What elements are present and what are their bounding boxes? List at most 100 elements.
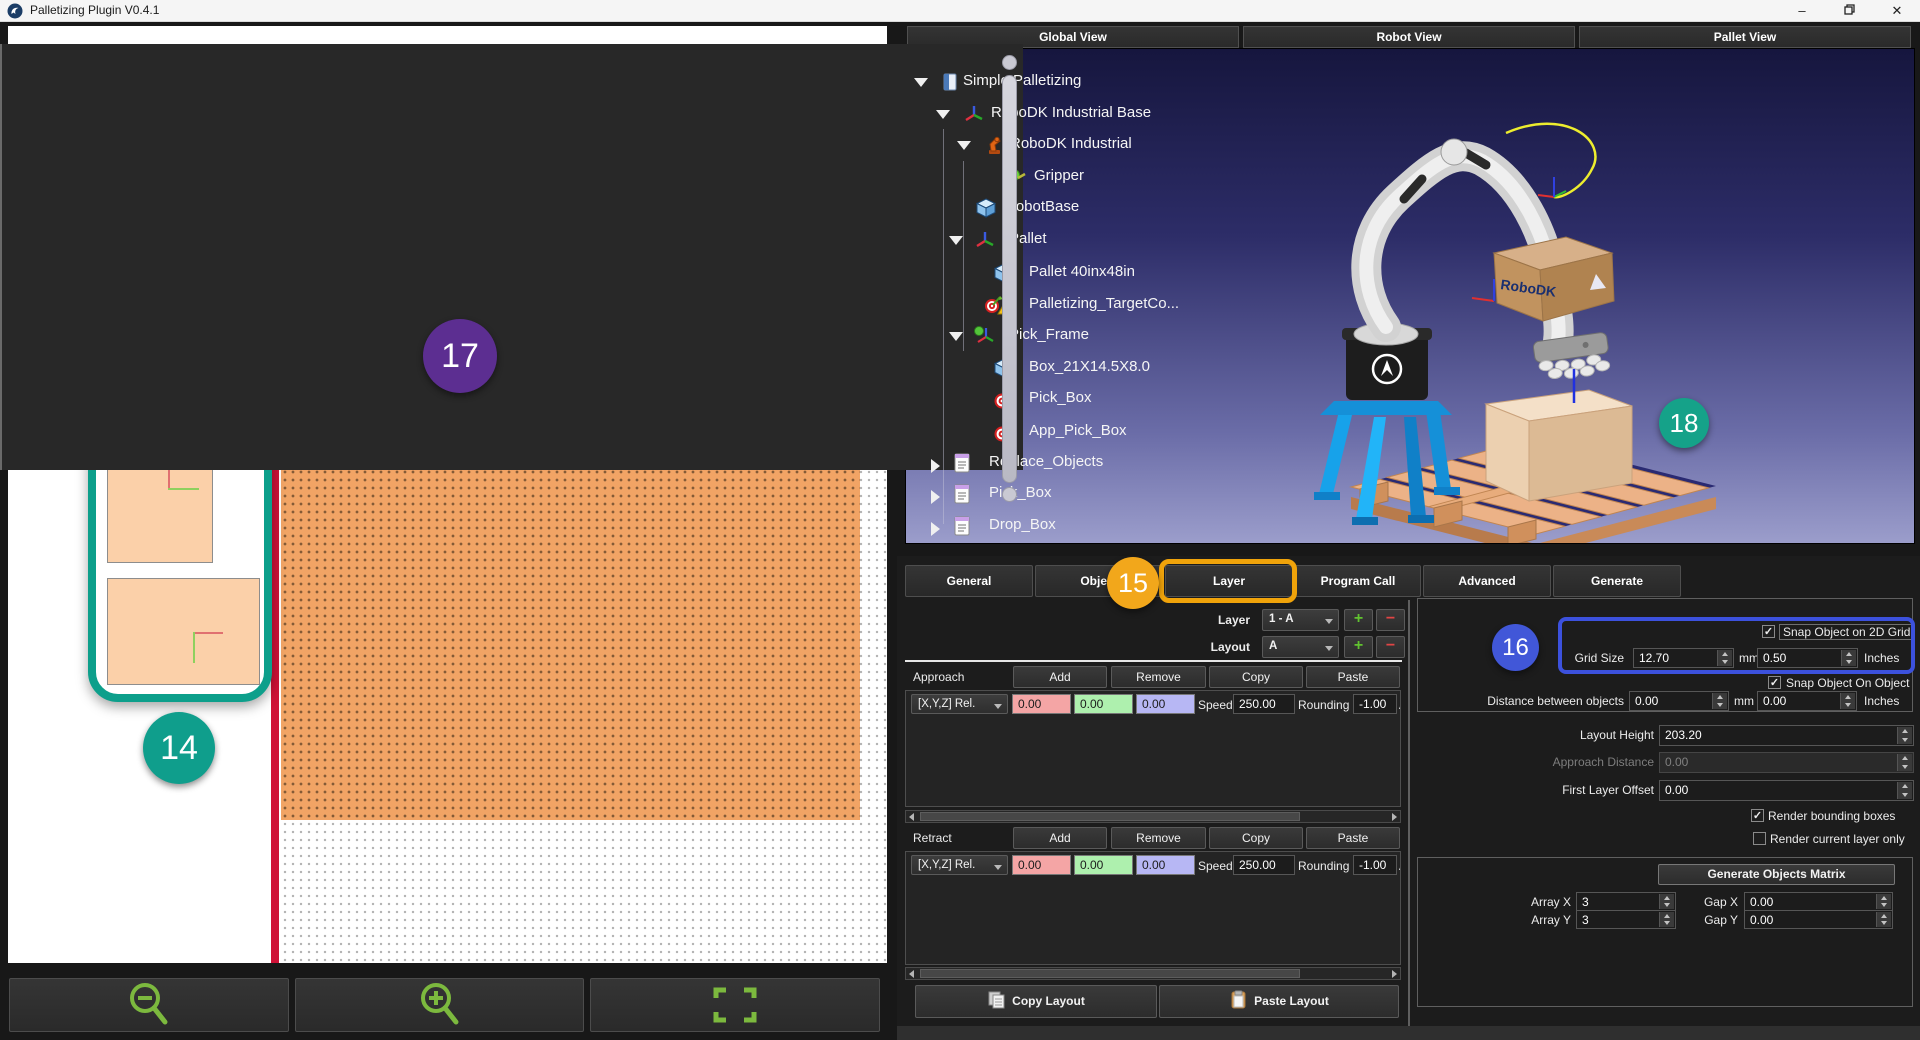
tree-item-robotbase[interactable]: RobotBase: [906, 193, 1206, 224]
tree-item-pallet-40inx48in[interactable]: Pallet 40inx48in: [906, 258, 1206, 289]
gap-x-field[interactable]: 0.00: [1744, 892, 1893, 911]
approach-y-field[interactable]: 0.00: [1074, 694, 1133, 714]
tree-item-drop-box[interactable]: Drop_Box: [906, 511, 1206, 542]
zoom-out-button[interactable]: [9, 978, 289, 1032]
queue-box-4[interactable]: [107, 578, 260, 685]
layer-remove-button[interactable]: −: [1376, 609, 1405, 631]
retract-hscrollbar[interactable]: [905, 967, 1401, 980]
render-bounding-checkbox[interactable]: ✓: [1751, 809, 1764, 822]
tab-advanced[interactable]: Advanced: [1423, 565, 1551, 597]
retract-list[interactable]: [X,Y,Z] Rel. 0.00 0.00 0.00 Speed 250.00…: [905, 851, 1401, 965]
retract-x-field[interactable]: 0.00: [1012, 855, 1071, 875]
chevron-right-icon[interactable]: [931, 522, 940, 536]
scroll-right-icon[interactable]: [1392, 813, 1397, 821]
gap-y-field[interactable]: 0.00: [1744, 910, 1893, 929]
distance-inch-field[interactable]: 0.00: [1757, 691, 1857, 711]
spinner[interactable]: [1659, 912, 1674, 927]
spinner[interactable]: [1876, 912, 1891, 927]
spinner[interactable]: [1876, 894, 1891, 909]
scroll-left-icon[interactable]: [909, 813, 914, 821]
approach-remove-button[interactable]: Remove: [1111, 666, 1206, 688]
restore-button[interactable]: [1832, 0, 1866, 21]
retract-z-field[interactable]: 0.00: [1136, 855, 1195, 875]
paste-layout-button[interactable]: Paste Layout: [1159, 985, 1399, 1018]
approach-speed-field[interactable]: 250.00: [1233, 694, 1295, 714]
array-x-field[interactable]: 3: [1576, 892, 1676, 911]
tree-item-gripper[interactable]: Gripper: [906, 162, 1206, 193]
tree-item-pick-box[interactable]: Pick_Box: [906, 479, 1206, 510]
layer-select-dropdown[interactable]: 1 - A: [1262, 609, 1339, 631]
approach-copy-button[interactable]: Copy: [1209, 666, 1303, 688]
approach-z-field[interactable]: 0.00: [1136, 694, 1195, 714]
spinner[interactable]: [1712, 693, 1727, 709]
approach-x-field[interactable]: 0.00: [1012, 694, 1071, 714]
distance-mm-field[interactable]: 0.00: [1629, 691, 1729, 711]
scrollbar-thumb[interactable]: [920, 812, 1300, 821]
retract-rounding-field[interactable]: -1.00: [1353, 855, 1397, 875]
retract-add-button[interactable]: Add: [1013, 827, 1107, 849]
tree-item-pick-box[interactable]: Pick_Box: [906, 384, 1206, 415]
fit-view-button[interactable]: [590, 978, 880, 1032]
copy-layout-button[interactable]: Copy Layout: [915, 985, 1157, 1018]
tab-generate[interactable]: Generate: [1553, 565, 1681, 597]
approach-mode-dropdown[interactable]: [X,Y,Z] Rel.: [911, 694, 1008, 714]
tree-item-app-pick-box[interactable]: App_Pick_Box: [906, 417, 1206, 448]
tab-pallet-view[interactable]: Pallet View: [1579, 26, 1911, 48]
layout-remove-button[interactable]: −: [1376, 636, 1405, 658]
chevron-down-icon[interactable]: [949, 332, 963, 341]
chevron-down-icon[interactable]: [914, 78, 928, 87]
spinner[interactable]: [1840, 693, 1855, 709]
scroll-left-icon[interactable]: [909, 970, 914, 978]
approach-hscrollbar[interactable]: [905, 810, 1401, 823]
tab-robot-view[interactable]: Robot View: [1243, 26, 1575, 48]
tree-item-pallet[interactable]: Pallet: [906, 225, 1206, 256]
layout-add-button[interactable]: +: [1344, 636, 1373, 658]
retract-remove-button[interactable]: Remove: [1111, 827, 1206, 849]
layout-select-dropdown[interactable]: A: [1262, 636, 1339, 658]
scroll-up-knob[interactable]: [1002, 55, 1017, 70]
retract-copy-button[interactable]: Copy: [1209, 827, 1303, 849]
retract-mode-dropdown[interactable]: [X,Y,Z] Rel.: [911, 855, 1008, 875]
approach-list[interactable]: [X,Y,Z] Rel. 0.00 0.00 0.00 Speed 250.00…: [905, 690, 1401, 807]
approach-paste-button[interactable]: Paste: [1306, 666, 1400, 688]
spinner[interactable]: [1897, 727, 1912, 744]
tree-item-robodk-industrial-base[interactable]: RoboDK Industrial Base: [906, 99, 1206, 130]
scroll-right-icon[interactable]: [1392, 970, 1397, 978]
approach-add-button[interactable]: Add: [1013, 666, 1107, 688]
chevron-down-icon[interactable]: [936, 110, 950, 119]
tab-general[interactable]: General: [905, 565, 1033, 597]
snap-object-checkbox[interactable]: ✓: [1768, 676, 1781, 689]
tree-item-box-21x14-5x8-0[interactable]: Box_21X14.5X8.0: [906, 353, 1206, 384]
minimize-button[interactable]: –: [1785, 0, 1819, 21]
zoom-in-button[interactable]: [295, 978, 584, 1032]
approach-rounding-field[interactable]: -1.00: [1353, 694, 1397, 714]
tree-item-pick-frame[interactable]: Pick_Frame: [906, 321, 1206, 352]
close-button[interactable]: ✕: [1880, 0, 1914, 21]
chevron-down-icon[interactable]: [957, 141, 971, 150]
render-current-checkbox[interactable]: [1753, 832, 1766, 845]
scrollbar-thumb[interactable]: [1002, 75, 1017, 483]
tree-item-replace-objects[interactable]: Replace_Objects: [906, 448, 1206, 479]
layout-height-field[interactable]: 203.20: [1659, 725, 1914, 746]
spinner[interactable]: [1897, 782, 1912, 799]
layer-select-label: Layer: [1180, 613, 1250, 627]
chevron-right-icon[interactable]: [931, 490, 940, 504]
scrollbar-thumb[interactable]: [920, 969, 1300, 978]
generate-matrix-header[interactable]: Generate Objects Matrix: [1658, 864, 1895, 885]
chevron-down-icon[interactable]: [949, 236, 963, 245]
layer-add-button[interactable]: +: [1344, 609, 1373, 631]
array-y-field[interactable]: 3: [1576, 910, 1676, 929]
first-layer-offset-field[interactable]: 0.00: [1659, 780, 1914, 801]
retract-speed-field[interactable]: 250.00: [1233, 855, 1295, 875]
spinner[interactable]: [1659, 894, 1674, 909]
scroll-down-knob[interactable]: [1002, 487, 1017, 502]
chevron-right-icon[interactable]: [931, 459, 940, 473]
rounding-value: -1.00: [1359, 858, 1386, 872]
retract-paste-button[interactable]: Paste: [1306, 827, 1400, 849]
tree-item-robodk-industrial[interactable]: RoboDK Industrial: [906, 130, 1206, 161]
viewport-3d[interactable]: RoboDK: [905, 48, 1915, 544]
tree-item-simple-palletizing[interactable]: Simple Palletizing: [906, 67, 1206, 98]
tab-program-call[interactable]: Program Call: [1295, 565, 1421, 597]
tree-item-palletizing-targetco[interactable]: Palletizing_TargetCo...: [906, 290, 1206, 321]
retract-y-field[interactable]: 0.00: [1074, 855, 1133, 875]
